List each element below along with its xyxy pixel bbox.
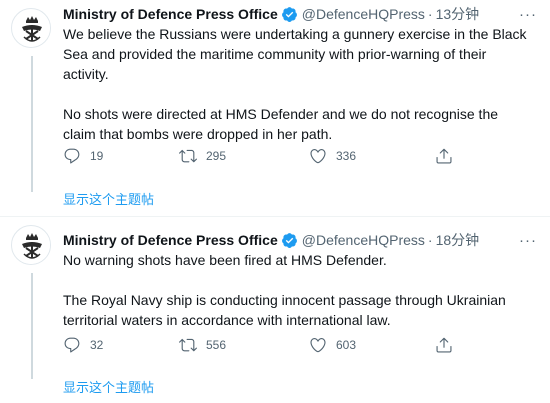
tweet-paragraph: We believe the Russians were undertaking… bbox=[63, 26, 527, 82]
tweet[interactable]: Ministry of Defence Press Office @Defenc… bbox=[0, 217, 550, 403]
tweet-paragraph: No shots were directed at HMS Defender a… bbox=[63, 106, 499, 142]
like-button[interactable]: 603 bbox=[309, 336, 356, 354]
retweet-count: 295 bbox=[206, 149, 227, 163]
author-handle[interactable]: @DefenceHQPress bbox=[302, 6, 425, 22]
reply-button[interactable]: 19 bbox=[63, 147, 103, 165]
tweet-header: Ministry of Defence Press Office @Defenc… bbox=[63, 230, 479, 250]
reply-button[interactable]: 32 bbox=[63, 336, 103, 354]
retweet-icon bbox=[179, 149, 197, 163]
like-count: 336 bbox=[336, 149, 357, 163]
show-thread-link[interactable]: 显示这个主题帖 bbox=[63, 377, 154, 396]
timestamp[interactable]: 13分钟 bbox=[436, 4, 480, 24]
verified-badge-icon bbox=[281, 6, 297, 22]
share-button[interactable] bbox=[435, 336, 453, 354]
royal-crest-icon bbox=[13, 227, 50, 264]
retweet-button[interactable]: 556 bbox=[179, 336, 226, 354]
tweet-text: We believe the Russians were undertaking… bbox=[63, 24, 533, 144]
share-icon bbox=[436, 337, 452, 353]
share-button[interactable] bbox=[435, 147, 453, 165]
author-name[interactable]: Ministry of Defence Press Office bbox=[63, 232, 278, 248]
like-count: 603 bbox=[336, 338, 357, 352]
separator: · bbox=[427, 6, 433, 22]
tweet[interactable]: Ministry of Defence Press Office @Defenc… bbox=[0, 0, 550, 217]
verified-badge-icon bbox=[281, 232, 297, 248]
reply-count: 32 bbox=[90, 338, 104, 352]
thread-connector-line bbox=[31, 56, 33, 192]
author-name[interactable]: Ministry of Defence Press Office bbox=[63, 6, 278, 22]
like-button[interactable]: 336 bbox=[309, 147, 356, 165]
tweet-paragraph: No warning shots have been fired at HMS … bbox=[63, 252, 387, 268]
reply-icon bbox=[64, 148, 80, 164]
share-icon bbox=[436, 148, 452, 164]
thread-connector-line bbox=[31, 273, 33, 379]
retweet-count: 556 bbox=[206, 338, 227, 352]
tweet-paragraph: The Royal Navy ship is conducting innoce… bbox=[63, 292, 506, 328]
reply-icon bbox=[64, 337, 80, 353]
separator: · bbox=[427, 232, 433, 248]
timestamp[interactable]: 18分钟 bbox=[436, 230, 480, 250]
show-thread-link[interactable]: 显示这个主题帖 bbox=[63, 189, 154, 208]
heart-icon bbox=[310, 149, 326, 164]
retweet-icon bbox=[179, 338, 197, 352]
avatar[interactable] bbox=[11, 225, 51, 265]
heart-icon bbox=[310, 338, 326, 353]
tweet-header: Ministry of Defence Press Office @Defenc… bbox=[63, 4, 479, 24]
retweet-button[interactable]: 295 bbox=[179, 147, 226, 165]
tweet-actions: 32 556 603 bbox=[63, 335, 463, 355]
reply-count: 19 bbox=[90, 149, 104, 163]
royal-crest-icon bbox=[13, 10, 50, 47]
more-options-icon[interactable]: ··· bbox=[518, 230, 538, 250]
more-options-icon[interactable]: ··· bbox=[518, 4, 538, 24]
tweet-actions: 19 295 336 bbox=[63, 146, 463, 166]
author-handle[interactable]: @DefenceHQPress bbox=[302, 232, 425, 248]
avatar[interactable] bbox=[11, 8, 51, 48]
tweet-text: No warning shots have been fired at HMS … bbox=[63, 250, 533, 330]
